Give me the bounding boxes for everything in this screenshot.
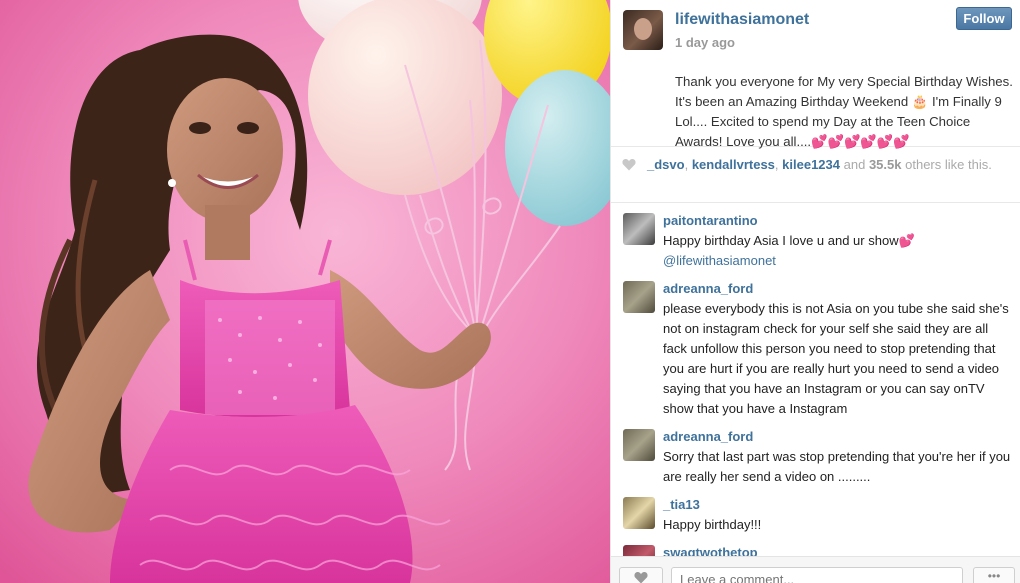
likes-and-text: and — [843, 157, 866, 172]
comments-list[interactable]: paitontarantino Happy birthday Asia I lo… — [611, 203, 1020, 557]
comment-username[interactable]: adreanna_ford — [663, 281, 753, 296]
comment-username[interactable]: paitontarantino — [663, 213, 758, 228]
post-photo[interactable] — [0, 0, 610, 583]
likes-summary: _dsvo, kendallvrtess, kilee1234 and 35.5… — [611, 147, 1020, 203]
comment-footer: ••• — [611, 556, 1020, 583]
comment-input[interactable] — [671, 567, 963, 583]
likes-count[interactable]: 35.5k — [869, 157, 902, 172]
avatar[interactable] — [623, 429, 655, 461]
like-user-link[interactable]: kendallvrtess — [692, 157, 775, 172]
follow-button[interactable]: Follow — [956, 7, 1012, 30]
avatar[interactable] — [623, 10, 663, 50]
comment-text: Sorry that last part was stop pretending… — [663, 449, 1011, 484]
heart-icon — [622, 159, 636, 171]
post-caption: Thank you everyone for My very Special B… — [675, 74, 1013, 149]
comment-text: Happy birthday!!! — [663, 517, 762, 532]
comment-text: Happy birthday Asia I love u and ur show… — [663, 231, 1015, 271]
like-user-link[interactable]: kilee1234 — [782, 157, 840, 172]
comment-text: please everybody this is not Asia on you… — [663, 301, 1009, 416]
ellipsis-icon[interactable]: ••• — [973, 567, 1015, 583]
comment-username[interactable]: adreanna_ford — [663, 429, 753, 444]
photo-illustration — [0, 0, 610, 583]
avatar[interactable] — [623, 497, 655, 529]
likes-rest-text: others like this. — [905, 157, 992, 172]
post-details-panel: lifewithasiamonet 1 day ago Follow Thank… — [610, 0, 1020, 583]
post-header: lifewithasiamonet 1 day ago Follow Thank… — [611, 0, 1020, 149]
post-username[interactable]: lifewithasiamonet — [675, 11, 809, 29]
avatar[interactable] — [623, 213, 655, 245]
post-timestamp[interactable]: 1 day ago — [675, 35, 735, 50]
comment-mention-link[interactable]: @lifewithasiamonet — [663, 253, 776, 268]
comment-body: Happy birthday Asia I love u and ur show… — [663, 233, 915, 248]
like-button[interactable] — [619, 567, 663, 583]
like-user-link[interactable]: _dsvo — [647, 157, 685, 172]
heart-icon — [634, 572, 648, 583]
comment-username[interactable]: _tia13 — [663, 497, 700, 512]
avatar[interactable] — [623, 281, 655, 313]
